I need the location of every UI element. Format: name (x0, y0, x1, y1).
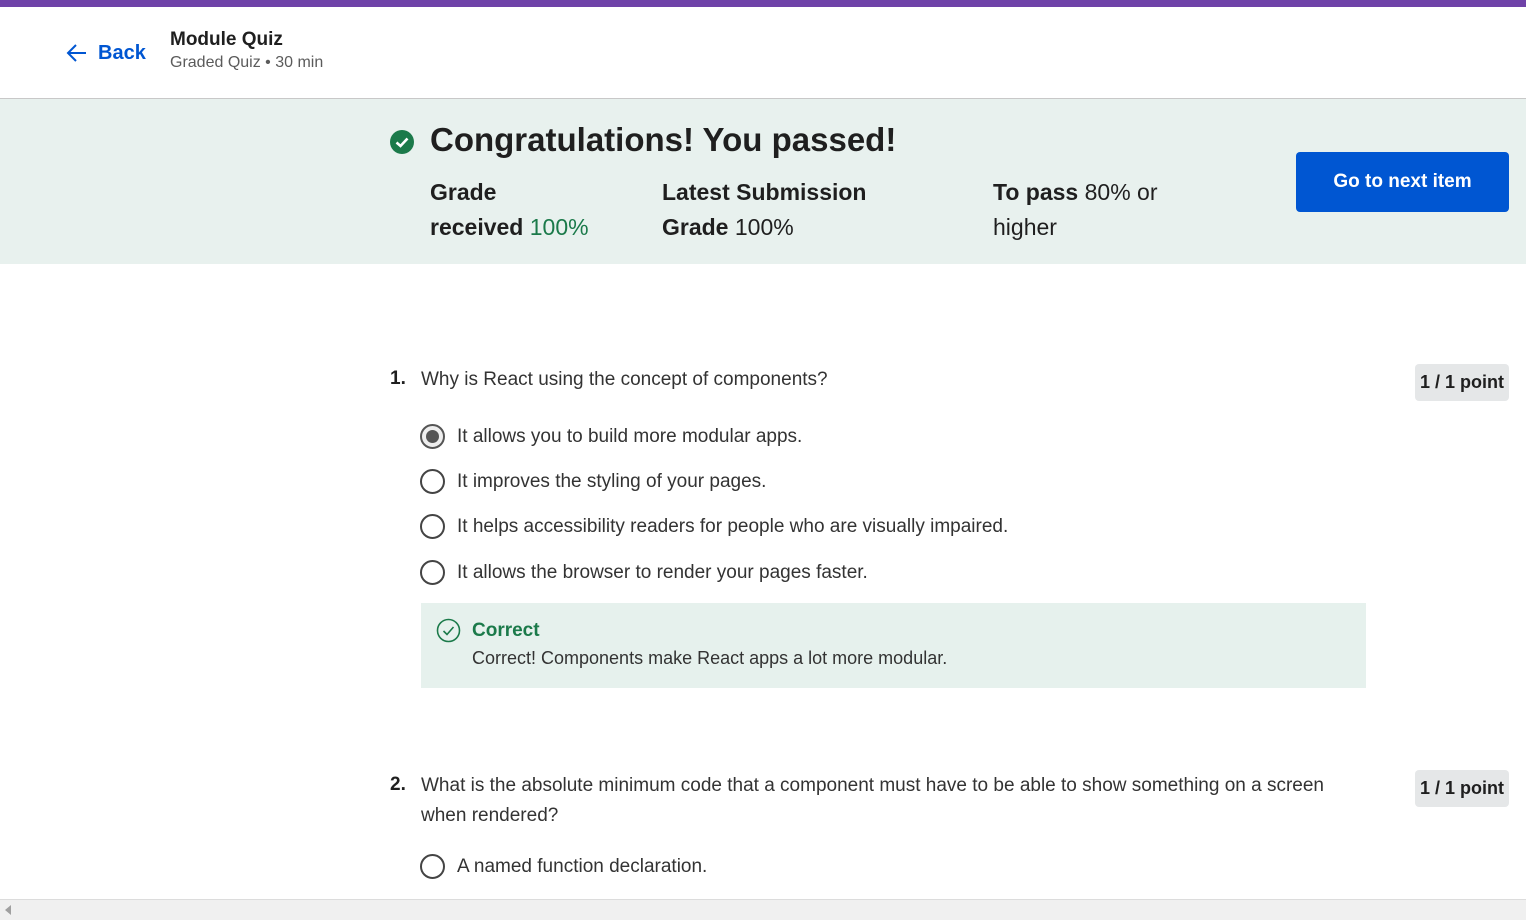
scroll-left-arrow-icon[interactable] (5, 905, 11, 915)
option-3[interactable]: It helps accessibility readers for peopl… (420, 514, 1008, 539)
pass-heading: Congratulations! You passed! (430, 121, 897, 158)
horizontal-scrollbar[interactable] (0, 899, 1526, 920)
latest-value: 100% (734, 214, 794, 240)
question-number: 2. (390, 774, 406, 795)
grade-received-label: Grade (430, 179, 497, 205)
radio[interactable] (420, 514, 445, 539)
check-circle-icon (390, 130, 414, 154)
feedback-box: Correct Correct! Components make React a… (421, 603, 1366, 688)
back-button[interactable]: Back (64, 40, 146, 66)
option-2[interactable]: It improves the styling of your pages. (420, 469, 766, 494)
result-banner: Congratulations! You passed! Grade recei… (0, 99, 1526, 264)
top-accent-bar (0, 0, 1526, 7)
question-1: 1. Why is React using the concept of com… (390, 364, 1510, 698)
question-2: 2. What is the absolute minimum code tha… (390, 770, 1510, 894)
check-circle-outline-icon (436, 618, 461, 643)
radio[interactable] (420, 854, 445, 879)
go-to-next-item-button[interactable]: Go to next item (1296, 152, 1509, 212)
to-pass-label: To pass (993, 179, 1079, 205)
page-subtitle: Graded Quiz • 30 min (170, 54, 324, 71)
to-pass-value-2: higher (993, 214, 1057, 240)
radio[interactable] (420, 560, 445, 585)
latest-submission-grade: Latest Submission Grade 100% (662, 175, 922, 245)
option-4[interactable]: It allows the browser to render your pag… (420, 560, 868, 585)
radio-selected[interactable] (420, 424, 445, 449)
back-label: Back (98, 41, 146, 64)
option-1[interactable]: It allows you to build more modular apps… (420, 424, 802, 449)
latest-label: Latest Submission (662, 179, 867, 205)
grade-received: Grade received 100% (430, 175, 630, 245)
to-pass-value: 80% or (1084, 179, 1158, 205)
option-label: It helps accessibility readers for peopl… (457, 515, 1009, 537)
points-badge: 1 / 1 point (1415, 770, 1509, 807)
option-label: A named function declaration. (457, 855, 708, 877)
option-label: It improves the styling of your pages. (457, 470, 767, 492)
points-badge: 1 / 1 point (1415, 364, 1509, 401)
to-pass: To pass 80% or higher (993, 175, 1203, 245)
quiz-title-block: Module Quiz Graded Quiz • 30 min (170, 29, 323, 72)
quiz-header: Back Module Quiz Graded Quiz • 30 min (0, 7, 1526, 99)
question-text: What is the absolute minimum code that a… (421, 775, 1325, 826)
question-text: Why is React using the concept of compon… (421, 369, 828, 390)
option-label: It allows the browser to render your pag… (457, 561, 868, 583)
page-title: Module Quiz (170, 29, 283, 50)
option-label: It allows you to build more modular apps… (457, 425, 803, 447)
option-1[interactable]: A named function declaration. (420, 854, 707, 879)
grade-received-value: 100% (529, 214, 589, 240)
latest-label-2: Grade (662, 214, 729, 240)
grade-received-label-2: received (430, 214, 524, 240)
arrow-left-icon (66, 44, 86, 62)
question-number: 1. (390, 368, 406, 389)
feedback-title: Correct (472, 620, 540, 641)
feedback-text: Correct! Components make React apps a lo… (472, 648, 948, 668)
radio[interactable] (420, 469, 445, 494)
